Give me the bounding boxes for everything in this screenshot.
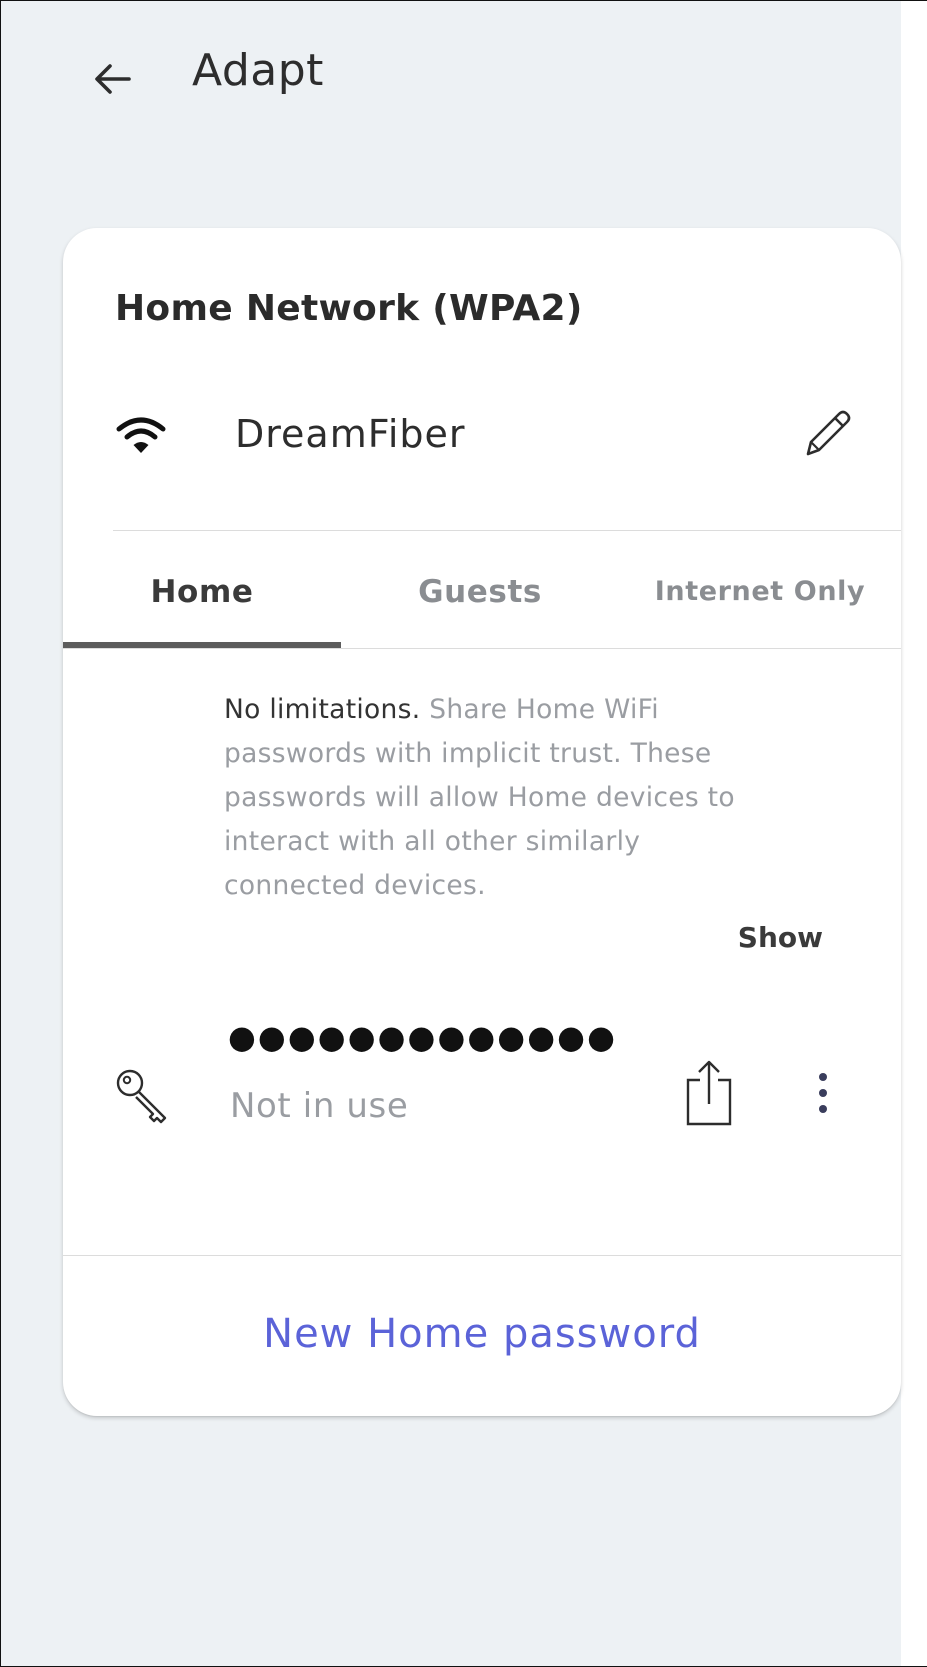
description-body: Share Home WiFi passwords with implicit … — [224, 694, 735, 901]
new-password-button[interactable]: New Home password — [63, 1256, 901, 1416]
show-password-button[interactable]: Show — [713, 913, 823, 963]
ssid-name: DreamFiber — [235, 412, 466, 456]
app-header: Adapt — [1, 1, 901, 151]
arrow-left-icon — [95, 64, 131, 94]
page-title: Adapt — [192, 45, 324, 96]
edit-ssid-button[interactable] — [798, 402, 858, 462]
back-button[interactable] — [89, 55, 137, 103]
ssid-row: DreamFiber — [63, 388, 901, 498]
tab-internet-only[interactable]: Internet Only — [619, 531, 901, 651]
app-screen: Adapt Home Network (WPA2) DreamFiber Hom… — [0, 0, 927, 1667]
more-vertical-icon — [819, 1073, 827, 1113]
network-tabs: Home Guests Internet Only — [63, 531, 901, 651]
more-options-button[interactable] — [803, 1068, 843, 1122]
pencil-icon — [806, 410, 851, 456]
password-status: Not in use — [230, 1086, 409, 1126]
network-title: Home Network (WPA2) — [115, 288, 583, 329]
divider — [63, 648, 901, 649]
tab-guests[interactable]: Guests — [341, 531, 619, 651]
password-row: ●●●●●●●●●●●●● Not in use — [63, 1008, 901, 1158]
network-card: Home Network (WPA2) DreamFiber Home Gues… — [63, 228, 901, 1416]
tab-home[interactable]: Home — [63, 531, 341, 651]
description-lead: No limitations. — [224, 694, 421, 725]
share-password-button[interactable] — [680, 1058, 738, 1128]
share-icon — [686, 1060, 732, 1126]
key-icon — [113, 1066, 175, 1128]
password-masked: ●●●●●●●●●●●●● — [228, 1018, 617, 1056]
tab-description: No limitations. Share Home WiFi password… — [224, 688, 784, 908]
wifi-icon — [115, 415, 167, 459]
window-edge — [901, 1, 927, 1666]
